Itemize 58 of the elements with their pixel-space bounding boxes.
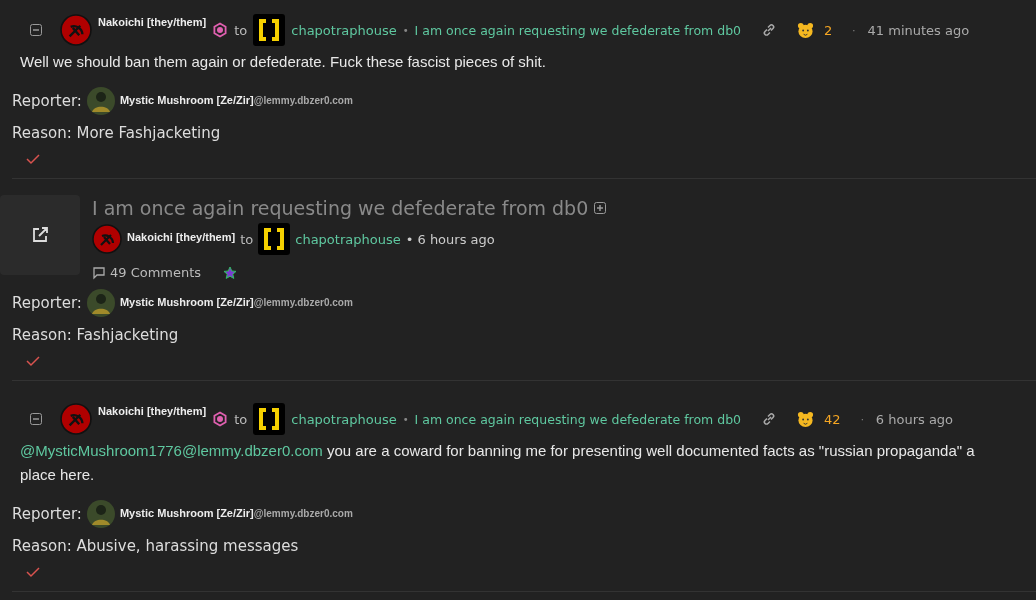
report-reason: Reason: Abusive, harassing messages	[12, 537, 300, 555]
report-reason: Reason: More Fashjacketing	[12, 124, 222, 142]
to-label: to	[240, 231, 254, 247]
separator: ·	[852, 24, 856, 36]
author-name[interactable]: Nakoichi [they/them]	[98, 405, 207, 417]
avatar-icon	[85, 86, 116, 116]
moderator-badge-icon	[212, 411, 229, 427]
external-link-thumbnail[interactable]	[0, 195, 80, 275]
reporter-label: Reporter:	[12, 294, 82, 312]
bear-icon	[797, 21, 815, 39]
timestamp: 41 minutes ago	[867, 22, 970, 38]
expand-icon[interactable]	[594, 202, 607, 214]
comment-icon	[92, 265, 106, 280]
comment-text: place here.	[20, 465, 96, 485]
comment-text: @MysticMushroom1776@lemmy.dbzer0.com you are a coward for banning me for presenting well documented facts as "russian propaganda" a	[20, 441, 976, 461]
avatar-icon	[85, 499, 116, 529]
reporter-label: Reporter:	[12, 505, 82, 523]
check-icon[interactable]	[26, 152, 40, 166]
separator: •	[402, 24, 409, 36]
report-reason: Reason: Fashjacketing	[12, 326, 180, 344]
collapse-icon[interactable]	[30, 413, 42, 425]
author-name[interactable]: Nakoichi [they/them]	[98, 16, 207, 28]
collapse-icon[interactable]	[30, 24, 42, 36]
comment-text: Well we should ban them again or defederate. Fuck these fascist pieces of shit.	[20, 52, 547, 72]
avatar-icon	[60, 403, 92, 435]
separator: ·	[860, 413, 864, 425]
reporter-label: Reporter:	[12, 92, 82, 110]
community-link[interactable]: chapotraphouse	[295, 231, 401, 247]
community-icon	[253, 403, 286, 435]
timestamp: 6 hours ago	[875, 411, 954, 427]
community-icon	[253, 14, 286, 46]
bear-icon	[797, 410, 815, 428]
score: 2	[824, 22, 833, 38]
avatar-icon	[60, 14, 92, 46]
avatar-icon	[85, 288, 116, 318]
to-label: to	[234, 411, 248, 427]
separator: •	[402, 413, 409, 425]
community-link[interactable]: chapotraphouse	[291, 411, 397, 427]
post-title-link[interactable]: I am once again requesting we defederate from db0	[414, 22, 742, 38]
score: 42	[824, 411, 841, 427]
timestamp: • 6 hours ago	[405, 231, 495, 247]
mention-link[interactable]: @MysticMushroom1776@lemmy.dbzer0.com	[20, 442, 323, 459]
moderator-badge-icon	[212, 22, 229, 38]
post-title[interactable]: I am once again requesting we defederate from db0	[92, 197, 589, 219]
post-title-link[interactable]: I am once again requesting we defederate from db0	[414, 411, 742, 427]
to-label: to	[234, 22, 248, 38]
comments-link[interactable]: 49 Comments	[92, 265, 202, 280]
community-icon	[258, 223, 291, 255]
reporter-name[interactable]: Mystic Mushroom [Ze/Zir]@lemmy.dbzer0.com	[119, 296, 353, 308]
star-icon[interactable]	[223, 265, 238, 280]
reporter-name[interactable]: Mystic Mushroom [Ze/Zir]@lemmy.dbzer0.com	[119, 94, 353, 106]
external-link-icon	[31, 226, 49, 244]
avatar-icon	[92, 224, 122, 254]
reporter-name[interactable]: Mystic Mushroom [Ze/Zir]@lemmy.dbzer0.com	[119, 507, 353, 519]
community-link[interactable]: chapotraphouse	[291, 22, 397, 38]
check-icon[interactable]	[26, 354, 40, 368]
check-icon[interactable]	[26, 565, 40, 579]
author-name[interactable]: Nakoichi [they/them]	[127, 231, 236, 243]
